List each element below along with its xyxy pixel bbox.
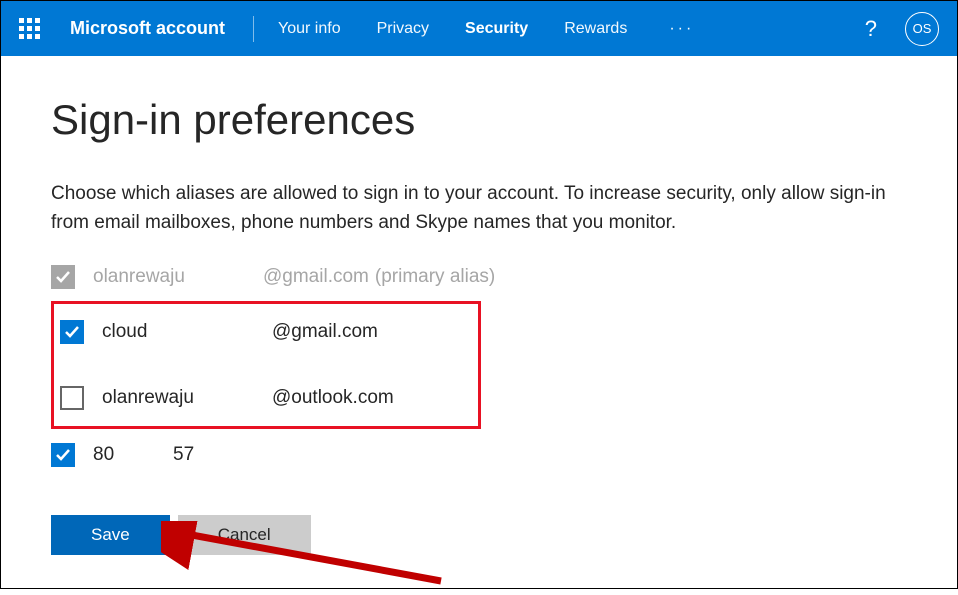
header-right: ? OS — [865, 12, 939, 46]
alias-list: olanrewaju @gmail.com (primary alias) cl… — [51, 257, 907, 475]
highlight-annotation: cloud @gmail.com olanrewaju @outlook.com — [51, 301, 481, 429]
nav-your-info[interactable]: Your info — [278, 20, 341, 38]
cancel-button[interactable]: Cancel — [178, 515, 311, 555]
checkbox-unchecked-icon[interactable] — [60, 386, 84, 410]
help-icon[interactable]: ? — [865, 16, 877, 42]
alias-row: 80 57 — [51, 435, 907, 475]
checkbox-disabled-icon — [51, 265, 75, 289]
checkbox-checked-icon[interactable] — [51, 443, 75, 467]
alias-name: olanrewaju — [102, 387, 272, 409]
top-nav: Your info Privacy Security Rewards ··· — [278, 20, 865, 38]
alias-name: 80 — [93, 444, 173, 466]
alias-domain: @gmail.com — [272, 321, 378, 343]
alias-name: cloud — [102, 321, 272, 343]
alias-name: olanrewaju — [93, 266, 263, 288]
brand-label[interactable]: Microsoft account — [70, 18, 225, 39]
nav-privacy[interactable]: Privacy — [377, 20, 429, 38]
page-title: Sign-in preferences — [51, 96, 907, 144]
alias-row-primary: olanrewaju @gmail.com (primary alias) — [51, 257, 907, 297]
alias-row: cloud @gmail.com — [60, 312, 472, 352]
main-content: Sign-in preferences Choose which aliases… — [1, 56, 957, 595]
alias-domain: @outlook.com — [272, 387, 394, 409]
checkbox-checked-icon[interactable] — [60, 320, 84, 344]
header-divider — [253, 16, 254, 42]
page-description: Choose which aliases are allowed to sign… — [51, 180, 891, 237]
app-launcher-icon[interactable] — [19, 18, 40, 39]
nav-rewards[interactable]: Rewards — [564, 20, 627, 38]
alias-row: olanrewaju @outlook.com — [60, 378, 472, 418]
button-row: Save Cancel — [51, 515, 907, 555]
alias-suffix: (primary alias) — [375, 266, 495, 288]
nav-security[interactable]: Security — [465, 20, 528, 38]
alias-domain: @gmail.com — [263, 266, 369, 288]
save-button[interactable]: Save — [51, 515, 170, 555]
nav-more-icon[interactable]: ··· — [669, 20, 694, 38]
alias-domain: 57 — [173, 444, 194, 466]
avatar[interactable]: OS — [905, 12, 939, 46]
header-bar: Microsoft account Your info Privacy Secu… — [1, 1, 957, 56]
